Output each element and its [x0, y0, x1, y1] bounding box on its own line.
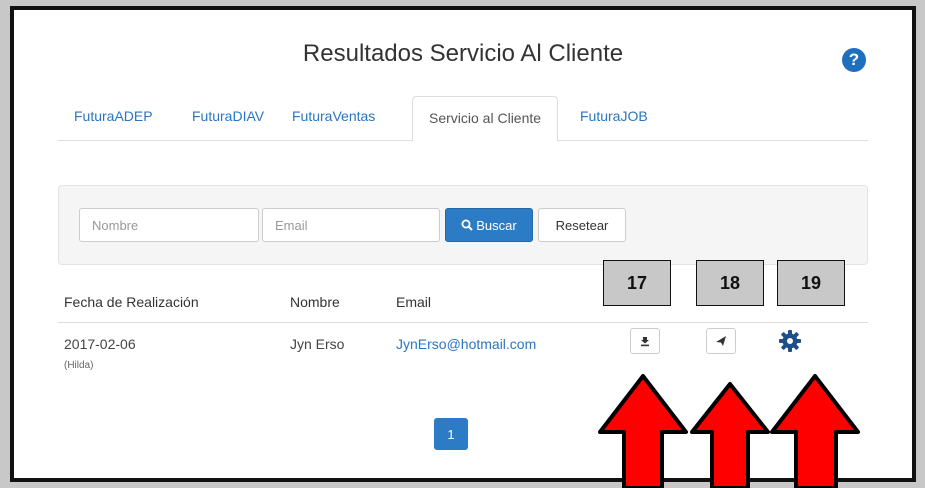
filter-panel: Buscar Resetear: [58, 185, 868, 265]
page-title: Resultados Servicio Al Cliente: [302, 40, 624, 67]
annotation-label-17: 17: [603, 260, 671, 306]
download-button[interactable]: [630, 328, 660, 354]
annotation-label-18: 18: [696, 260, 764, 306]
tab-futuraadep[interactable]: FuturaADEP: [74, 108, 153, 124]
reset-button[interactable]: Resetear: [538, 208, 626, 242]
tab-futuraventas[interactable]: FuturaVentas: [292, 108, 375, 124]
column-header-email[interactable]: Email: [396, 294, 431, 310]
tab-futurajob[interactable]: FuturaJOB: [580, 108, 648, 124]
send-button[interactable]: [706, 328, 736, 354]
search-button-label: Buscar: [476, 217, 517, 233]
send-icon: [716, 336, 726, 346]
tab-bar: FuturaADEP FuturaDIAV FuturaVentas Servi…: [58, 96, 868, 142]
email-input[interactable]: [262, 208, 440, 242]
help-icon[interactable]: ?: [842, 48, 866, 72]
nombre-input[interactable]: [79, 208, 259, 242]
app-frame: Resultados Servicio Al Cliente ? FuturaA…: [10, 6, 916, 482]
annotation-label-19: 19: [777, 260, 845, 306]
row-email-link[interactable]: JynErso@hotmail.com: [396, 336, 536, 352]
column-header-fecha[interactable]: Fecha de Realización: [64, 294, 199, 310]
pagination-page-1[interactable]: 1: [434, 418, 468, 450]
tab-futuradiav[interactable]: FuturaDIAV: [192, 108, 264, 124]
row-fecha: 2017-02-06: [64, 336, 136, 352]
row-fecha-sub: (Hilda): [64, 360, 94, 371]
header-divider: [58, 322, 868, 323]
column-header-nombre[interactable]: Nombre: [290, 294, 340, 310]
gear-icon[interactable]: [778, 329, 802, 353]
tab-servicio-al-cliente[interactable]: Servicio al Cliente: [412, 96, 559, 142]
row-nombre: Jyn Erso: [290, 336, 345, 352]
download-icon: [641, 337, 649, 347]
search-icon: [461, 219, 473, 231]
search-button[interactable]: Buscar: [445, 208, 533, 242]
